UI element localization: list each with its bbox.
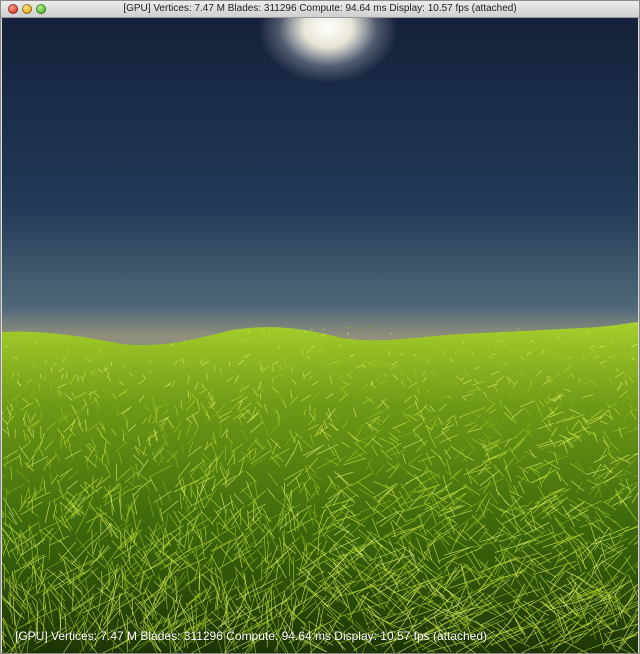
app-window: [GPU] Vertices: 7.47 M Blades: 311296 Co… [0,0,640,654]
stats-overlay: [GPU] Vertices: 7.47 M Blades: 311296 Co… [15,629,488,643]
render-viewport[interactable]: [GPU] Vertices: 7.47 M Blades: 311296 Co… [2,18,638,653]
grass-scene [2,18,638,653]
window-title: [GPU] Vertices: 7.47 M Blades: 311296 Co… [123,3,517,14]
title-bar[interactable]: [GPU] Vertices: 7.47 M Blades: 311296 Co… [1,1,639,18]
